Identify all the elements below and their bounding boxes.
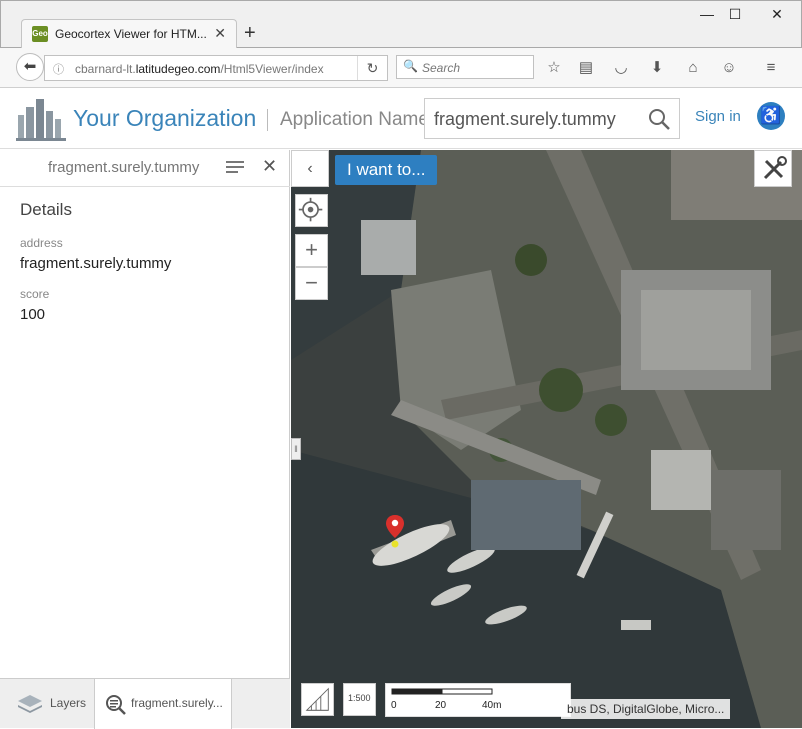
attribute-value-score: 100 [20,306,46,323]
menu-icon[interactable]: ≡ [761,58,781,78]
panel-resize-handle[interactable]: ‖ [291,438,301,460]
reading-list-icon[interactable]: ▤ [576,58,596,78]
download-icon[interactable]: ⬇ [647,58,667,78]
back-button[interactable]: ⬅ [16,53,44,81]
attribute-label-address: address [20,236,63,250]
tab-results-label: fragment.surely... [131,696,223,710]
list-icon[interactable] [226,160,244,175]
scale-ratio-button[interactable]: 1:500 [343,683,376,716]
browser-search-placeholder: Search [422,61,461,75]
url-bar[interactable]: ⓘ cbarnard-lt.latitudegeo.com/Html5Viewe… [44,55,388,81]
zoom-in-button[interactable]: + [295,234,328,267]
i-want-to-button[interactable]: I want to... [335,155,438,185]
scale-bar: 0 20 40m [385,683,571,717]
org-name: Your Organization [73,105,257,131]
geocortex-favicon-icon: Geo [32,26,48,42]
header-divider [267,109,268,131]
reload-icon[interactable]: ↻ [357,56,387,80]
panel-tabs: Layers fragment.surely... [0,678,290,729]
search-results-icon [106,695,126,715]
attribute-value-address: fragment.surely.tummy [20,255,172,272]
scale-label-0: 0 [391,700,397,711]
panel-title: fragment.surely.tummy [48,159,200,176]
map-pin-icon[interactable] [385,514,405,548]
window-close-icon[interactable]: ✕ [759,3,795,25]
zoom-out-button[interactable]: − [295,267,328,300]
browser-navbar: ⓘ cbarnard-lt.latitudegeo.com/Html5Viewe… [0,48,802,88]
pocket-icon[interactable]: ◡ [611,58,631,78]
search-icon[interactable] [647,107,671,131]
crosshair-icon [298,197,323,222]
scale-label-20: 20 [435,700,447,711]
scale-ratio-label: 1:500 [348,693,371,703]
browser-search-input[interactable]: 🔍 Search [396,55,534,79]
home-icon[interactable]: ⌂ [683,58,703,78]
satellite-imagery [291,150,802,728]
building-logo-icon [16,99,66,141]
details-heading: Details [20,200,72,219]
tab-layers[interactable]: Layers [0,679,94,729]
url-text: cbarnard-lt.latitudegeo.com/Html5Viewer/… [75,62,324,76]
layers-icon [18,695,42,713]
new-tab-icon[interactable]: + [244,22,256,44]
bookmark-star-icon[interactable]: ☆ [544,58,564,78]
smiley-icon[interactable]: ☺ [719,58,739,78]
grid-measure-icon [305,687,329,711]
tab-close-icon[interactable]: ✕ [214,25,226,42]
tools-button[interactable] [754,150,792,187]
browser-tab[interactable]: Geo Geocortex Viewer for HTM... ✕ [21,19,237,49]
scale-label-40m: 40m [482,700,502,711]
results-panel: fragment.surely.tummy ✕ Details address … [0,150,290,729]
tab-layers-label: Layers [50,696,87,710]
map-view[interactable]: ‹ I want to... + − ‖ 1:500 0 20 40m bus … [291,150,802,728]
map-attribution: bus DS, DigitalGlobe, Micro... [561,699,731,719]
info-icon[interactable]: ⓘ [53,61,64,77]
attribute-label-score: score [20,287,50,301]
close-icon[interactable]: ✕ [262,156,277,177]
tools-icon [763,156,787,180]
app-search-value: fragment.surely.tummy [434,109,616,129]
accessibility-icon[interactable]: ♿ [757,102,785,130]
app-search-input[interactable]: fragment.surely.tummy [424,98,680,139]
app-name: Application Name [280,109,429,130]
measure-button[interactable] [301,683,334,716]
maximize-icon[interactable]: ☐ [717,3,753,25]
sign-in-link[interactable]: Sign in [695,108,741,125]
tab-results[interactable]: fragment.surely... [94,679,232,729]
search-icon: 🔍 [403,59,418,73]
app-header: Your Organization Application Name fragm… [0,89,802,149]
collapse-panel-button[interactable]: ‹ [291,150,329,187]
scale-bar-graphic [391,688,493,695]
panel-header: fragment.surely.tummy ✕ [0,150,290,187]
browser-titlebar: Geo Geocortex Viewer for HTM... ✕ + — ☐ … [0,0,802,49]
locate-button[interactable] [295,194,328,227]
tab-title: Geocortex Viewer for HTM... [55,27,207,41]
